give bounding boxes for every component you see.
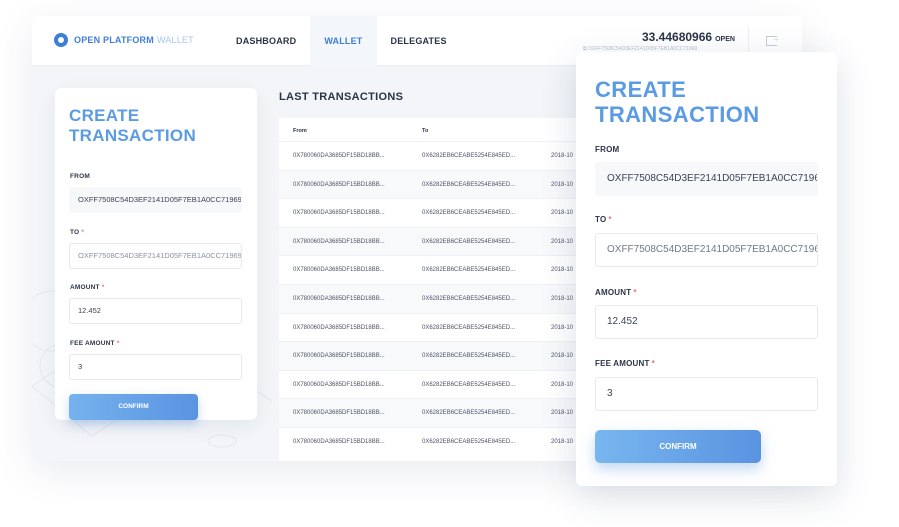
from-cell: 0X780060DA3685DF15BD18BB... xyxy=(293,410,385,417)
date-cell: 2018-10 xyxy=(551,181,574,188)
to-label-text: TO xyxy=(70,229,80,236)
to-label-text: TO xyxy=(595,215,607,224)
card-title-line-2: TRANSACTION xyxy=(595,102,760,127)
wallet-balance: 33.44680966 OPEN xyxy=(642,30,735,44)
from-field[interactable]: OXFF7508C54D3EF2141D05F7EB1A0CC71969 xyxy=(595,162,818,196)
from-cell: 0X780060DA3685DF15BD18BB... xyxy=(293,238,385,245)
date-cell: 2018-10 xyxy=(551,353,574,360)
from-cell: 0X780060DA3685DF15BD18BB... xyxy=(293,210,385,217)
amount-label-text: AMOUNT xyxy=(70,284,100,291)
from-cell: 0X780060DA3685DF15BD18BB... xyxy=(293,181,385,188)
to-cell: 0X6282EB6CEABE5254E845ED... xyxy=(422,353,516,360)
date-cell: 2018-10 xyxy=(551,153,574,159)
to-cell: 0X6282EB6CEABE5254E845ED... xyxy=(422,238,516,245)
date-cell: 2018-10 xyxy=(551,324,574,331)
date-cell: 2018-10 xyxy=(551,295,574,302)
brand-name: OPEN PLATFORM xyxy=(74,35,154,45)
create-transaction-card-enlarged: CREATE TRANSACTION FROM OXFF7508C54D3EF2… xyxy=(576,52,837,486)
to-field[interactable]: OXFF7508C54D3EF2141D05F7EB1A0CC71969 xyxy=(69,243,242,269)
amount-field[interactable]: 12.452 xyxy=(69,298,242,324)
nav-delegates[interactable]: DELEGATES xyxy=(377,16,461,66)
logout-icon[interactable] xyxy=(766,33,780,46)
to-cell: 0X6282EB6CEABE5254E845ED... xyxy=(422,324,516,331)
nav-wallet[interactable]: WALLET xyxy=(310,16,377,66)
nav-dashboard[interactable]: DASHBOARD xyxy=(222,16,310,66)
to-label: TO * xyxy=(595,215,612,224)
date-cell: 2018-10 xyxy=(551,381,574,388)
to-cell: 0X6282EB6CEABE5254E845ED... xyxy=(422,438,516,445)
confirm-button[interactable]: CONFIRM xyxy=(595,430,761,463)
column-header-to[interactable]: To xyxy=(422,128,428,134)
fee-amount-label: FEE AMOUNT * xyxy=(595,359,655,368)
required-mark: * xyxy=(116,340,120,347)
fee-amount-field[interactable]: 3 xyxy=(69,354,242,380)
required-mark: * xyxy=(101,284,105,291)
required-mark: * xyxy=(81,229,85,236)
from-label: FROM xyxy=(70,173,90,180)
brand-logo[interactable]: OPEN PLATFORM WALLET xyxy=(54,33,194,47)
column-header-from[interactable]: From xyxy=(293,128,307,134)
from-cell: 0X780060DA3685DF15BD18BB... xyxy=(293,438,385,445)
amount-label: AMOUNT * xyxy=(595,288,637,297)
balance-amount: 33.44680966 xyxy=(642,30,713,44)
balance-unit: OPEN xyxy=(715,36,735,43)
from-cell: 0X780060DA3685DF15BD18BB... xyxy=(293,381,385,388)
to-cell: 0X6282EB6CEABE5254E845ED... xyxy=(422,181,516,188)
to-label: TO * xyxy=(70,229,84,236)
from-field[interactable]: OXFF7508C54D3EF2141D05F7EB1A0CC71969 xyxy=(69,187,242,213)
to-cell: 0X6282EB6CEABE5254E845ED... xyxy=(422,295,516,302)
card-title: CREATE TRANSACTION xyxy=(69,106,196,146)
to-cell: 0X6282EB6CEABE5254E845ED... xyxy=(422,410,516,417)
amount-label-text: AMOUNT xyxy=(595,288,632,297)
amount-field[interactable]: 12.452 xyxy=(595,305,818,339)
card-title: CREATE TRANSACTION xyxy=(595,77,760,127)
date-cell: 2018-10 xyxy=(551,238,574,245)
last-transactions-title: LAST TRANSACTIONS xyxy=(279,91,404,103)
to-cell: 0X6282EB6CEABE5254E845ED... xyxy=(422,267,516,274)
card-title-line-1: CREATE xyxy=(595,77,687,102)
amount-label: AMOUNT * xyxy=(70,284,104,291)
from-cell: 0X780060DA3685DF15BD18BB... xyxy=(293,267,385,274)
required-mark: * xyxy=(633,288,637,297)
confirm-button[interactable]: CONFIRM xyxy=(69,394,198,420)
logo-icon xyxy=(54,33,68,47)
to-field[interactable]: OXFF7508C54D3EF2141D05F7EB1A0CC71969 xyxy=(595,233,818,267)
to-cell: 0X6282EB6CEABE5254E845ED... xyxy=(422,153,516,159)
create-transaction-card: CREATE TRANSACTION FROM OXFF7508C54D3EF2… xyxy=(55,88,257,420)
fee-amount-label: FEE AMOUNT * xyxy=(70,340,119,347)
card-title-line-1: CREATE xyxy=(69,106,140,125)
from-cell: 0X780060DA3685DF15BD18BB... xyxy=(293,324,385,331)
fee-amount-label-text: FEE AMOUNT xyxy=(70,340,115,347)
from-label: FROM xyxy=(595,145,620,154)
required-mark: * xyxy=(651,359,655,368)
fee-amount-label-text: FEE AMOUNT xyxy=(595,359,650,368)
date-cell: 2018-10 xyxy=(551,210,574,217)
brand-suffix: WALLET xyxy=(156,35,194,45)
to-cell: 0X6282EB6CEABE5254E845ED... xyxy=(422,210,516,217)
from-cell: 0X780060DA3685DF15BD18BB... xyxy=(293,353,385,360)
from-cell: 0X780060DA3685DF15BD18BB... xyxy=(293,153,385,159)
date-cell: 2018-10 xyxy=(551,267,574,274)
main-nav: DASHBOARD WALLET DELEGATES xyxy=(222,16,461,66)
required-mark: * xyxy=(608,215,612,224)
to-cell: 0X6282EB6CEABE5254E845ED... xyxy=(422,381,516,388)
card-title-line-2: TRANSACTION xyxy=(69,126,197,145)
date-cell: 2018-10 xyxy=(551,438,574,445)
date-cell: 2018-10 xyxy=(551,410,574,417)
fee-amount-field[interactable]: 3 xyxy=(595,377,818,411)
from-cell: 0X780060DA3685DF15BD18BB... xyxy=(293,295,385,302)
